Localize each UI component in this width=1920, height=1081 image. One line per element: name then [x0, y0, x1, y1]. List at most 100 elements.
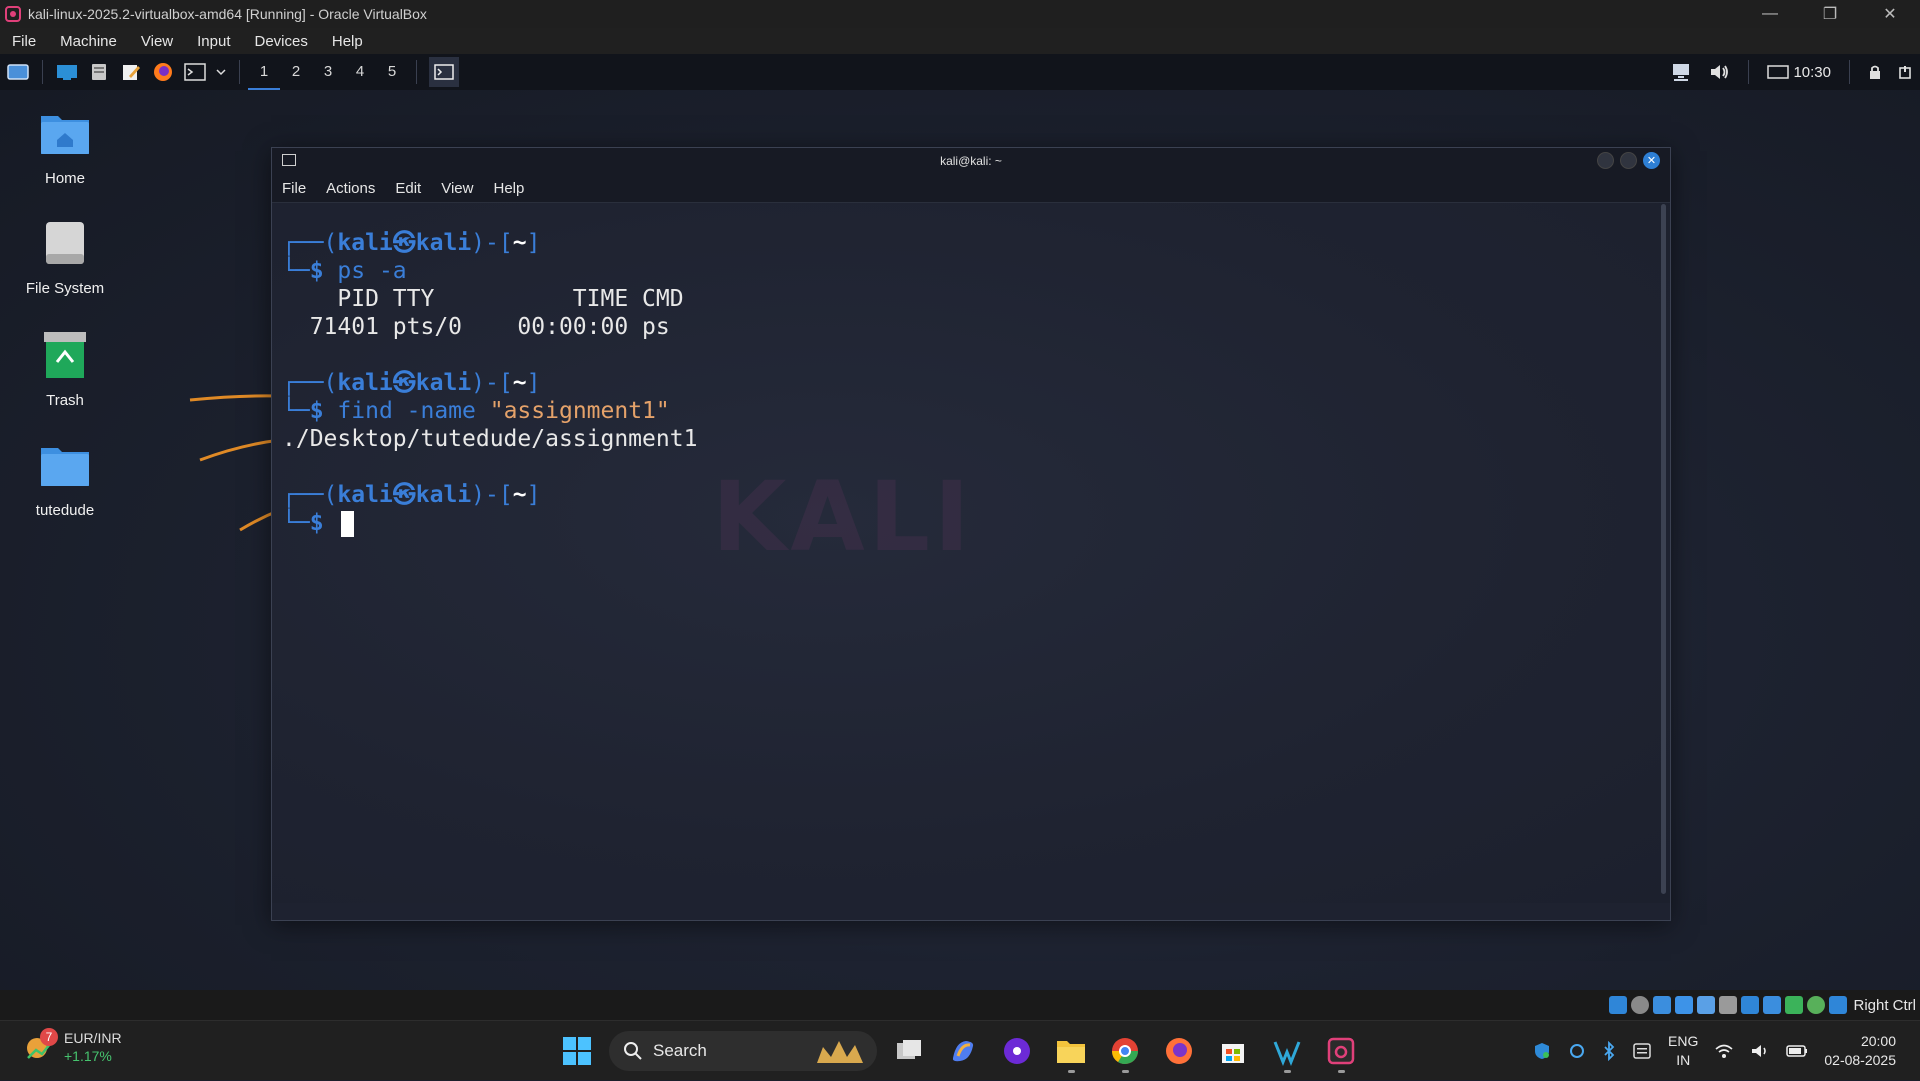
mouse-integration-icon[interactable] — [1807, 996, 1826, 1014]
system-tray: ENG IN 20:00 02-08-2025 — [1524, 1021, 1920, 1081]
file-manager-icon[interactable] — [87, 60, 111, 84]
prompt-dir: ~ — [512, 482, 527, 508]
host-menu-file[interactable]: File — [0, 33, 48, 50]
file-explorer-button[interactable] — [1049, 1029, 1093, 1073]
host-menu-devices[interactable]: Devices — [243, 33, 320, 50]
weather-widget[interactable]: 7 EUR/INR +1.17% — [22, 1028, 122, 1065]
virtualbox-icon — [5, 6, 21, 22]
workspace-5[interactable]: 5 — [376, 54, 408, 90]
tray-app-icon[interactable] — [1632, 1042, 1652, 1060]
task-view-icon — [897, 1040, 921, 1059]
terminal-menu-actions[interactable]: Actions — [316, 180, 385, 197]
terminal-menu-file[interactable]: File — [272, 180, 316, 197]
language-indicator[interactable]: ENG IN — [1668, 1032, 1698, 1070]
task-view-button[interactable] — [887, 1029, 931, 1073]
taskbar-search[interactable]: Search — [609, 1031, 877, 1071]
host-menu-machine[interactable]: Machine — [48, 33, 129, 50]
ps-row: 71401 pts/0 00:00:00 ps — [282, 314, 670, 340]
start-button[interactable] — [555, 1029, 599, 1073]
show-desktop-icon[interactable] — [55, 60, 79, 84]
terminal-menu-view[interactable]: View — [431, 180, 483, 197]
recording-icon[interactable] — [1763, 996, 1782, 1014]
terminal-menu-help[interactable]: Help — [483, 180, 534, 197]
prompt-user: kali — [337, 482, 393, 508]
search-label: Search — [653, 1041, 707, 1060]
home-folder-icon — [41, 116, 89, 154]
desktop-icon-trash[interactable]: Trash — [20, 328, 110, 409]
chevron-down-icon[interactable] — [215, 60, 227, 84]
kali-menu-icon[interactable] — [6, 60, 30, 84]
terminal-window-icon — [282, 154, 296, 166]
desktop-icon-label: Home — [44, 170, 85, 187]
terminal-title: kali@kali: ~ — [940, 154, 1002, 168]
display-icon[interactable] — [1767, 63, 1790, 81]
workspace-2[interactable]: 2 — [280, 54, 312, 90]
file-explorer-icon — [1057, 1041, 1085, 1063]
restore-button[interactable]: ❐ — [1800, 0, 1860, 28]
display-status-icon[interactable] — [1741, 996, 1760, 1014]
media-app-button[interactable] — [995, 1029, 1039, 1073]
chrome-button[interactable] — [1103, 1029, 1147, 1073]
language-code: ENG — [1668, 1033, 1699, 1049]
host-menu-help[interactable]: Help — [320, 33, 375, 50]
search-highlight-icon — [817, 1041, 863, 1063]
workspace-3[interactable]: 3 — [312, 54, 344, 90]
usb-icon[interactable] — [1697, 996, 1716, 1014]
defender-icon[interactable] — [1532, 1041, 1552, 1061]
microsoft-store-button[interactable] — [1211, 1029, 1255, 1073]
vscode-button[interactable] — [1265, 1029, 1309, 1073]
desktop-icon-home[interactable]: Home — [20, 106, 110, 187]
terminal-output[interactable]: KALI ┌──(kali㉿kali)-[~] └─$ ps -a PID TT… — [272, 203, 1670, 903]
shared-folders-icon[interactable] — [1719, 996, 1738, 1014]
copilot-button[interactable] — [941, 1029, 985, 1073]
cortana-icon[interactable] — [1568, 1042, 1586, 1060]
wifi-icon[interactable] — [1714, 1042, 1734, 1060]
host-key-label[interactable]: Right Ctrl — [1853, 997, 1916, 1014]
hard-disk-icon[interactable] — [1609, 996, 1628, 1014]
volume-icon[interactable] — [1708, 62, 1730, 82]
cpu-icon[interactable] — [1785, 996, 1804, 1014]
terminal-launcher-icon[interactable] — [183, 60, 207, 84]
trash-icon — [44, 332, 86, 378]
region-code: IN — [1676, 1052, 1691, 1068]
audio-icon[interactable] — [1653, 996, 1672, 1014]
panel-clock[interactable]: 10:30 — [1793, 64, 1831, 81]
terminal-menu-edit[interactable]: Edit — [385, 180, 431, 197]
taskbar-clock[interactable]: 20:00 02-08-2025 — [1824, 1032, 1896, 1070]
virtualbox-icon — [1327, 1037, 1355, 1065]
speaker-icon[interactable] — [1750, 1042, 1770, 1060]
power-icon[interactable] — [1898, 64, 1912, 80]
desktop-icon-tutedude[interactable]: tutedude — [20, 438, 110, 519]
close-button[interactable]: ✕ — [1860, 0, 1920, 28]
terminal-titlebar[interactable]: kali@kali: ~ ✕ — [272, 148, 1670, 174]
terminal-window[interactable]: kali@kali: ~ ✕ File Actions Edit View He… — [271, 147, 1671, 921]
terminal-task-icon[interactable] — [429, 57, 459, 87]
keyboard-capture-icon[interactable] — [1829, 996, 1848, 1014]
optical-drive-icon[interactable] — [1631, 996, 1650, 1014]
terminal-minimize-button[interactable] — [1597, 152, 1614, 169]
host-menu-view[interactable]: View — [129, 33, 185, 50]
lock-icon[interactable] — [1868, 64, 1882, 80]
network-adapter-icon[interactable] — [1675, 996, 1694, 1014]
firefox-icon[interactable] — [151, 60, 175, 84]
terminal-maximize-button[interactable] — [1620, 152, 1637, 169]
network-icon[interactable] — [1670, 62, 1692, 82]
virtualbox-taskbar-button[interactable] — [1319, 1029, 1363, 1073]
terminal-menubar: File Actions Edit View Help — [272, 174, 1670, 203]
desktop-icon-file-system[interactable]: File System — [20, 216, 110, 297]
bluetooth-icon[interactable] — [1602, 1041, 1616, 1061]
workspace-4[interactable]: 4 — [344, 54, 376, 90]
firefox-taskbar-button[interactable] — [1157, 1029, 1201, 1073]
vs-icon — [1273, 1041, 1301, 1066]
terminal-scrollbar[interactable] — [1661, 204, 1666, 894]
battery-icon[interactable] — [1786, 1043, 1808, 1059]
workspace-1[interactable]: 1 — [248, 54, 280, 90]
command-ps: ps -a — [337, 258, 407, 284]
host-window-title: kali-linux-2025.2-virtualbox-amd64 [Runn… — [28, 6, 427, 22]
terminal-close-button[interactable]: ✕ — [1643, 152, 1660, 169]
minimize-button[interactable]: — — [1740, 0, 1800, 28]
host-menu-input[interactable]: Input — [185, 33, 242, 50]
drive-icon — [46, 222, 84, 264]
text-editor-icon[interactable] — [119, 60, 143, 84]
prompt-host: kali — [415, 370, 472, 396]
